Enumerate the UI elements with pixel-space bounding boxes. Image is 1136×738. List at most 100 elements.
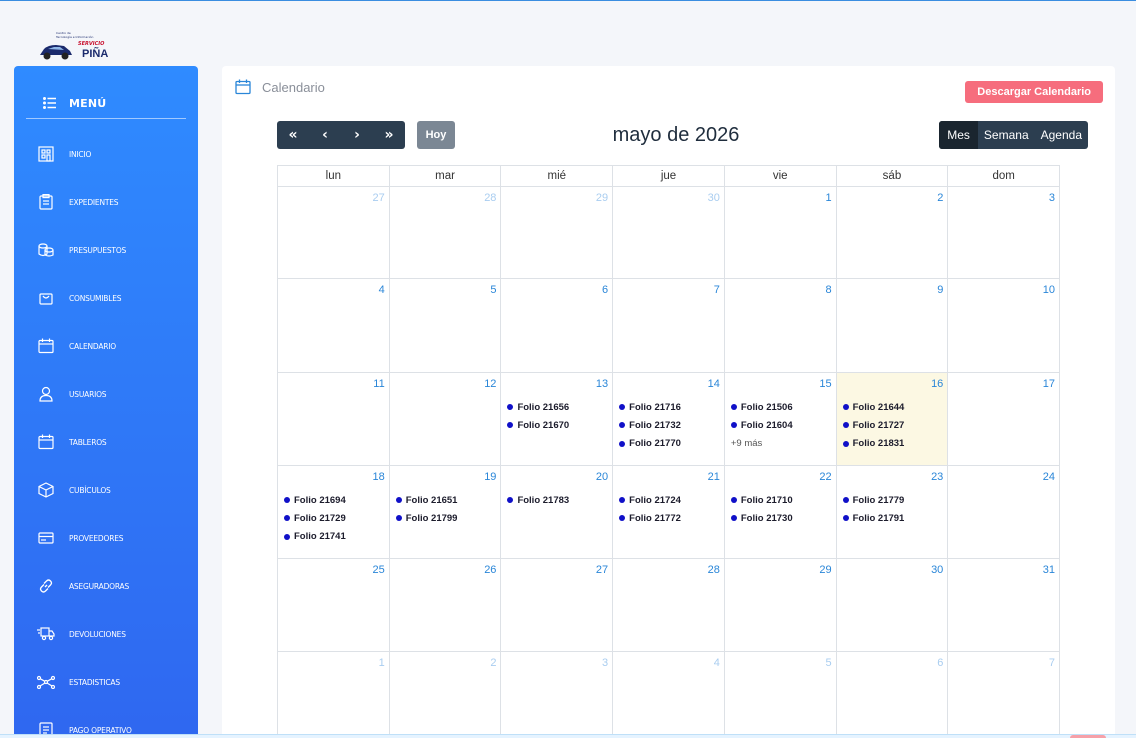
day-cell[interactable]: 15 Folio 21506 Folio 21604 +9 más <box>724 373 837 466</box>
day-cell[interactable]: 8 <box>724 279 837 373</box>
calendar-event[interactable]: Folio 21710 <box>730 491 793 509</box>
day-cell[interactable]: 29 <box>501 187 614 279</box>
day-cell[interactable]: 3 <box>501 652 614 738</box>
sidebar-item-devoluciones[interactable]: DEVOLUCIONES <box>37 624 126 644</box>
day-number[interactable]: 16 <box>931 378 943 390</box>
day-cell[interactable]: 1 <box>278 652 390 738</box>
day-number[interactable]: 1 <box>825 192 831 204</box>
day-number[interactable]: 27 <box>372 192 384 204</box>
calendar-event[interactable]: Folio 21831 <box>842 435 904 453</box>
day-number[interactable]: 19 <box>484 471 496 483</box>
day-cell[interactable]: 26 <box>389 559 502 652</box>
calendar-event[interactable]: Folio 21604 <box>730 416 793 434</box>
calendar-event[interactable]: Folio 21694 <box>284 491 346 509</box>
day-number[interactable]: 9 <box>937 284 943 296</box>
sidebar-item-tableros[interactable]: TABLEROS <box>37 432 107 452</box>
calendar-event[interactable]: Folio 21716 <box>619 398 681 416</box>
day-number[interactable]: 15 <box>819 378 831 390</box>
calendar-event[interactable]: Folio 21656 <box>507 398 569 416</box>
day-number[interactable]: 26 <box>484 564 496 576</box>
day-number[interactable]: 23 <box>931 471 943 483</box>
calendar-event[interactable]: Folio 21727 <box>842 416 904 434</box>
day-cell[interactable]: 25 <box>278 559 390 652</box>
day-cell[interactable]: 2 <box>390 652 502 738</box>
view-month-button[interactable]: Mes <box>939 121 978 149</box>
calendar-event[interactable]: Folio 21732 <box>619 416 681 434</box>
day-number[interactable]: 22 <box>819 471 831 483</box>
next-month-button[interactable]: › <box>341 121 373 149</box>
day-cell[interactable]: 27 <box>501 559 614 652</box>
sidebar-item-inicio[interactable]: INICIO <box>37 144 91 164</box>
day-number[interactable]: 29 <box>596 192 608 204</box>
day-cell[interactable]: 30 <box>836 559 949 652</box>
day-cell[interactable]: 22 Folio 21710 Folio 21730 <box>724 466 837 559</box>
day-number[interactable]: 24 <box>1043 471 1055 483</box>
day-cell[interactable]: 10 <box>948 279 1061 373</box>
day-number[interactable]: 28 <box>708 564 720 576</box>
day-cell[interactable]: 24 <box>948 466 1061 559</box>
day-number[interactable]: 7 <box>714 284 720 296</box>
day-number[interactable]: 3 <box>602 657 608 669</box>
calendar-event[interactable]: Folio 21779 <box>842 491 904 509</box>
day-cell[interactable]: 28 <box>613 559 725 652</box>
day-cell[interactable]: 29 <box>724 559 837 652</box>
day-number[interactable]: 20 <box>596 471 608 483</box>
day-number[interactable]: 21 <box>708 471 720 483</box>
day-cell[interactable]: 11 <box>278 373 390 466</box>
day-number[interactable]: 2 <box>937 192 943 204</box>
day-cell[interactable]: 2 <box>836 187 949 279</box>
day-cell[interactable]: 1 <box>724 187 837 279</box>
day-number[interactable]: 5 <box>825 657 831 669</box>
sidebar-item-consumibles[interactable]: CONSUMIBLES <box>37 288 122 308</box>
day-cell[interactable]: 30 <box>613 187 725 279</box>
day-cell[interactable]: 3 <box>948 187 1061 279</box>
day-cell[interactable]: 18 Folio 21694 Folio 21729 Folio 21741 <box>278 466 390 559</box>
day-number[interactable]: 5 <box>490 284 496 296</box>
view-week-button[interactable]: Semana <box>978 121 1035 149</box>
day-number[interactable]: 7 <box>1049 657 1055 669</box>
day-cell[interactable]: 21 Folio 21724 Folio 21772 <box>613 466 725 559</box>
day-number[interactable]: 6 <box>602 284 608 296</box>
day-cell[interactable]: 9 <box>836 279 949 373</box>
view-agenda-button[interactable]: Agenda <box>1035 121 1088 149</box>
day-number[interactable]: 14 <box>708 378 720 390</box>
calendar-event[interactable]: Folio 21730 <box>730 509 793 527</box>
day-cell[interactable]: 6 <box>837 652 949 738</box>
day-number[interactable]: 12 <box>484 378 496 390</box>
day-cell[interactable]: 12 <box>389 373 502 466</box>
day-cell[interactable]: 4 <box>278 279 390 373</box>
next-year-button[interactable]: » <box>373 121 405 149</box>
day-number[interactable]: 31 <box>1043 564 1055 576</box>
sidebar-item-expedientes[interactable]: EXPEDIENTES <box>37 192 119 212</box>
day-cell[interactable]: 5 <box>725 652 837 738</box>
day-cell[interactable]: 31 <box>948 559 1061 652</box>
day-number[interactable]: 2 <box>490 657 496 669</box>
day-number[interactable]: 18 <box>372 471 384 483</box>
day-number[interactable]: 3 <box>1049 192 1055 204</box>
sidebar-item-presupuestos[interactable]: PRESUPUESTOS <box>37 240 126 260</box>
day-number[interactable]: 28 <box>484 192 496 204</box>
day-cell[interactable]: 17 <box>948 373 1061 466</box>
calendar-event[interactable]: Folio 21783 <box>507 491 569 509</box>
calendar-event[interactable]: Folio 21651 <box>395 491 457 509</box>
calendar-event[interactable]: Folio 21644 <box>842 398 904 416</box>
calendar-event[interactable]: Folio 21772 <box>619 509 681 527</box>
day-number[interactable]: 27 <box>596 564 608 576</box>
calendar-event[interactable]: Folio 21670 <box>507 416 569 434</box>
day-cell[interactable]: 5 <box>389 279 502 373</box>
show-more-link[interactable]: +9 más <box>731 435 793 453</box>
calendar-event[interactable]: Folio 21729 <box>284 509 346 527</box>
day-number[interactable]: 1 <box>379 657 385 669</box>
day-number[interactable]: 4 <box>379 284 385 296</box>
calendar-event[interactable]: Folio 21799 <box>395 509 457 527</box>
day-number[interactable]: 8 <box>825 284 831 296</box>
day-number[interactable]: 10 <box>1043 284 1055 296</box>
day-cell[interactable]: 19 Folio 21651 Folio 21799 <box>389 466 502 559</box>
calendar-event[interactable]: Folio 21741 <box>284 528 346 546</box>
sidebar-item-estadisticas[interactable]: ESTADISTICAS <box>37 672 120 692</box>
prev-year-button[interactable]: « <box>277 121 309 149</box>
calendar-event[interactable]: Folio 21791 <box>842 509 904 527</box>
sidebar-item-proveedores[interactable]: PROVEEDORES <box>37 528 124 548</box>
calendar-event[interactable]: Folio 21506 <box>730 398 793 416</box>
day-cell[interactable]: 7 <box>948 652 1061 738</box>
